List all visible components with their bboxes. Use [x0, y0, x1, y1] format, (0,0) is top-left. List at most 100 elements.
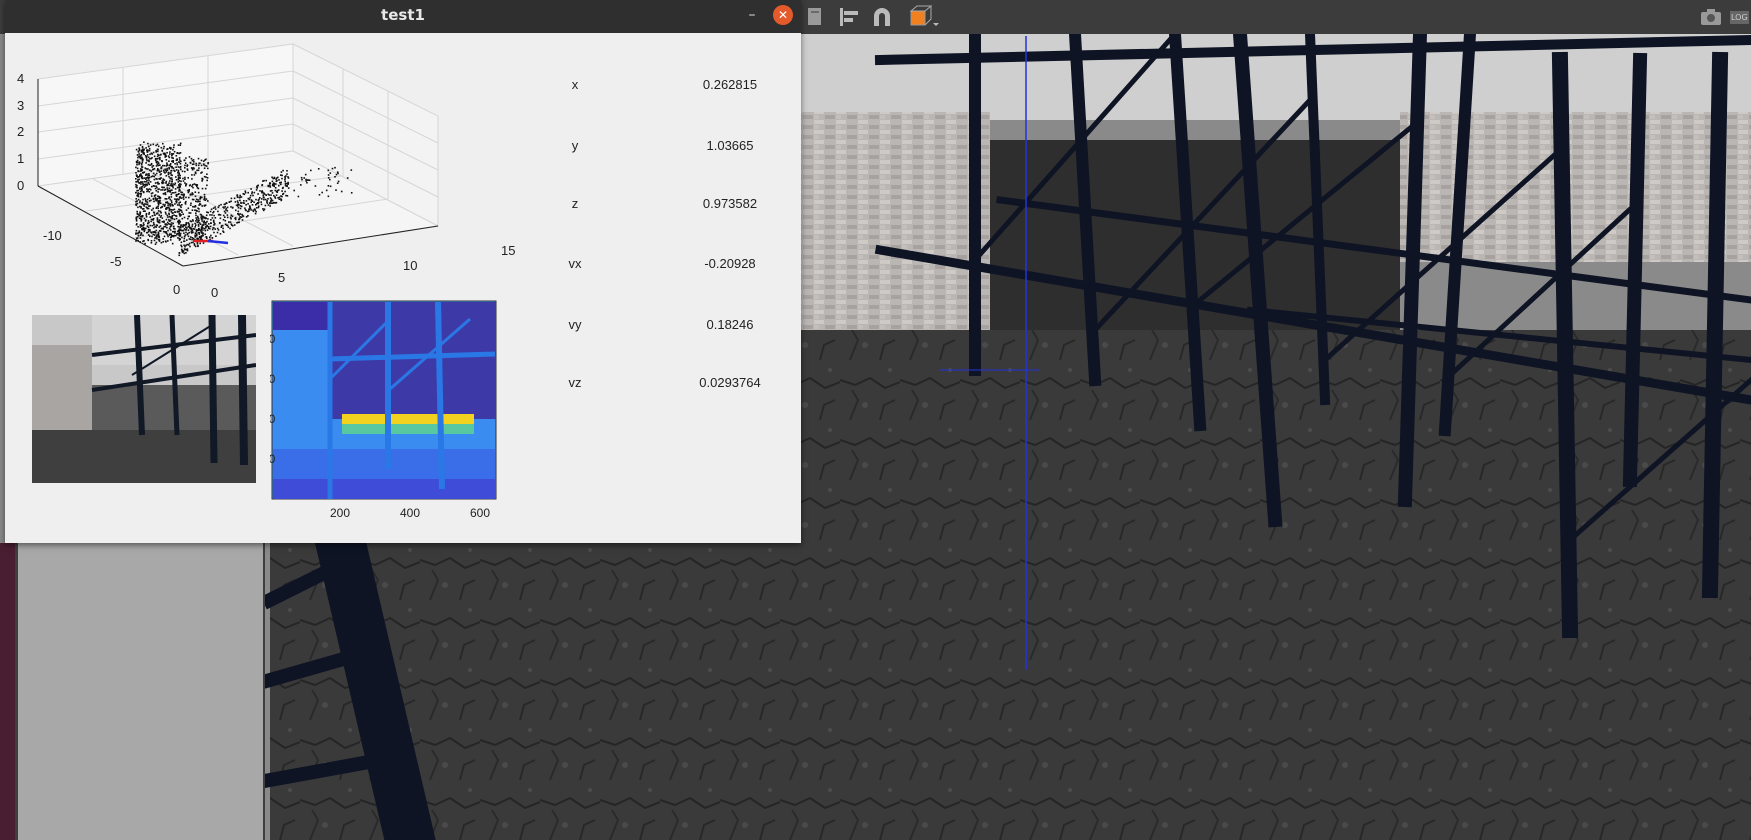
- cloud-point: [167, 148, 169, 150]
- cloud-point: [168, 219, 170, 221]
- cloud-point: [167, 171, 170, 174]
- align-icon[interactable]: [838, 5, 864, 29]
- cloud-point: [178, 208, 180, 211]
- cloud-point: [254, 208, 256, 210]
- cloud-point: [156, 143, 159, 146]
- orange-box-icon[interactable]: [908, 5, 940, 29]
- cloud-point: [247, 197, 250, 200]
- cloud-point: [263, 208, 266, 210]
- cloud-point: [172, 159, 175, 162]
- cloud-point: [266, 199, 268, 202]
- cloud-point: [195, 214, 197, 217]
- cloud-point: [149, 157, 151, 160]
- cloud-point: [179, 189, 181, 192]
- cloud-point: [161, 149, 163, 152]
- cloud-point: [157, 162, 160, 164]
- readout-z: z 0.973582: [545, 196, 785, 216]
- cloud-point: [327, 185, 330, 187]
- cloud-point: [136, 159, 139, 162]
- cloud-point: [226, 224, 229, 227]
- cloud-point: [175, 155, 178, 157]
- minimize-button[interactable]: –: [745, 8, 759, 24]
- cloud-point: [188, 215, 190, 218]
- log-icon[interactable]: LOG: [1730, 5, 1749, 29]
- cloud-point: [142, 224, 144, 227]
- cloud-point: [169, 239, 172, 241]
- copy-icon[interactable]: [805, 5, 825, 29]
- cloud-point: [262, 194, 265, 196]
- point-cloud-3d-plot[interactable]: 4 3 2 1 0 -10 -5 0 0 5 10 15: [13, 36, 523, 306]
- cloud-point: [230, 206, 232, 208]
- cloud-point: [172, 186, 174, 189]
- cloud-point: [184, 245, 186, 248]
- cloud-point: [212, 207, 215, 209]
- cloud-point: [217, 206, 220, 209]
- cloud-point: [256, 186, 258, 188]
- camera-icon[interactable]: [1700, 5, 1722, 29]
- cloud-point: [140, 194, 142, 196]
- cloud-point: [297, 195, 300, 198]
- cloud-point: [212, 227, 214, 229]
- cloud-point: [152, 233, 155, 236]
- readout-value: 1.03665: [706, 138, 754, 153]
- cloud-point: [218, 204, 220, 207]
- cloud-point: [173, 227, 175, 230]
- cloud-point: [175, 166, 177, 168]
- cloud-point: [213, 221, 215, 224]
- cloud-point: [157, 203, 160, 206]
- cloud-point: [179, 144, 182, 146]
- cloud-point: [139, 237, 142, 239]
- cloud-point: [135, 198, 137, 200]
- cloud-point: [148, 173, 150, 175]
- cloud-point: [190, 236, 192, 238]
- cloud-point: [275, 190, 278, 193]
- close-button[interactable]: ✕: [773, 5, 793, 25]
- cloud-point: [180, 168, 182, 171]
- readout-y: y 1.03665: [545, 138, 785, 158]
- cloud-point: [214, 208, 217, 210]
- cloud-point: [335, 189, 337, 191]
- cloud-point: [143, 240, 145, 242]
- title-bar[interactable]: test1 – ✕: [5, 0, 801, 33]
- cloud-point: [258, 198, 260, 201]
- readout-value: -0.20928: [704, 256, 756, 271]
- cloud-point: [269, 184, 271, 187]
- cloud-point: [178, 223, 180, 225]
- cloud-point: [179, 162, 182, 165]
- cloud-point: [188, 184, 191, 187]
- cloud-point: [143, 183, 146, 186]
- cloud-point: [158, 157, 161, 159]
- cloud-point: [172, 148, 174, 151]
- cloud-point: [155, 189, 158, 192]
- cloud-point: [139, 226, 142, 228]
- cloud-point: [166, 151, 168, 154]
- cloud-point: [150, 163, 153, 166]
- cloud-point: [148, 169, 151, 171]
- cloud-point: [163, 189, 166, 191]
- cloud-point: [147, 142, 149, 145]
- cloud-point: [180, 160, 182, 163]
- cloud-point: [151, 185, 153, 188]
- cloud-point: [189, 193, 192, 196]
- cloud-point: [191, 193, 193, 196]
- cloud-point: [166, 214, 169, 217]
- cloud-point: [162, 182, 165, 184]
- cloud-point: [143, 177, 145, 179]
- cloud-point: [145, 203, 147, 205]
- cloud-point: [144, 167, 147, 169]
- cloud-point: [136, 212, 139, 215]
- cloud-point: [222, 206, 224, 208]
- cloud-point: [229, 227, 231, 230]
- cloud-point: [233, 197, 236, 200]
- magnet-icon[interactable]: [870, 5, 894, 29]
- z-tick: 1: [17, 151, 24, 166]
- cloud-point: [192, 227, 195, 230]
- cloud-point: [140, 224, 142, 226]
- cloud-point: [167, 216, 169, 218]
- cloud-point: [308, 179, 311, 181]
- cloud-point: [327, 195, 330, 198]
- cloud-point: [237, 213, 239, 215]
- cloud-point: [192, 231, 194, 234]
- cloud-point: [166, 201, 169, 204]
- cloud-point: [172, 183, 174, 185]
